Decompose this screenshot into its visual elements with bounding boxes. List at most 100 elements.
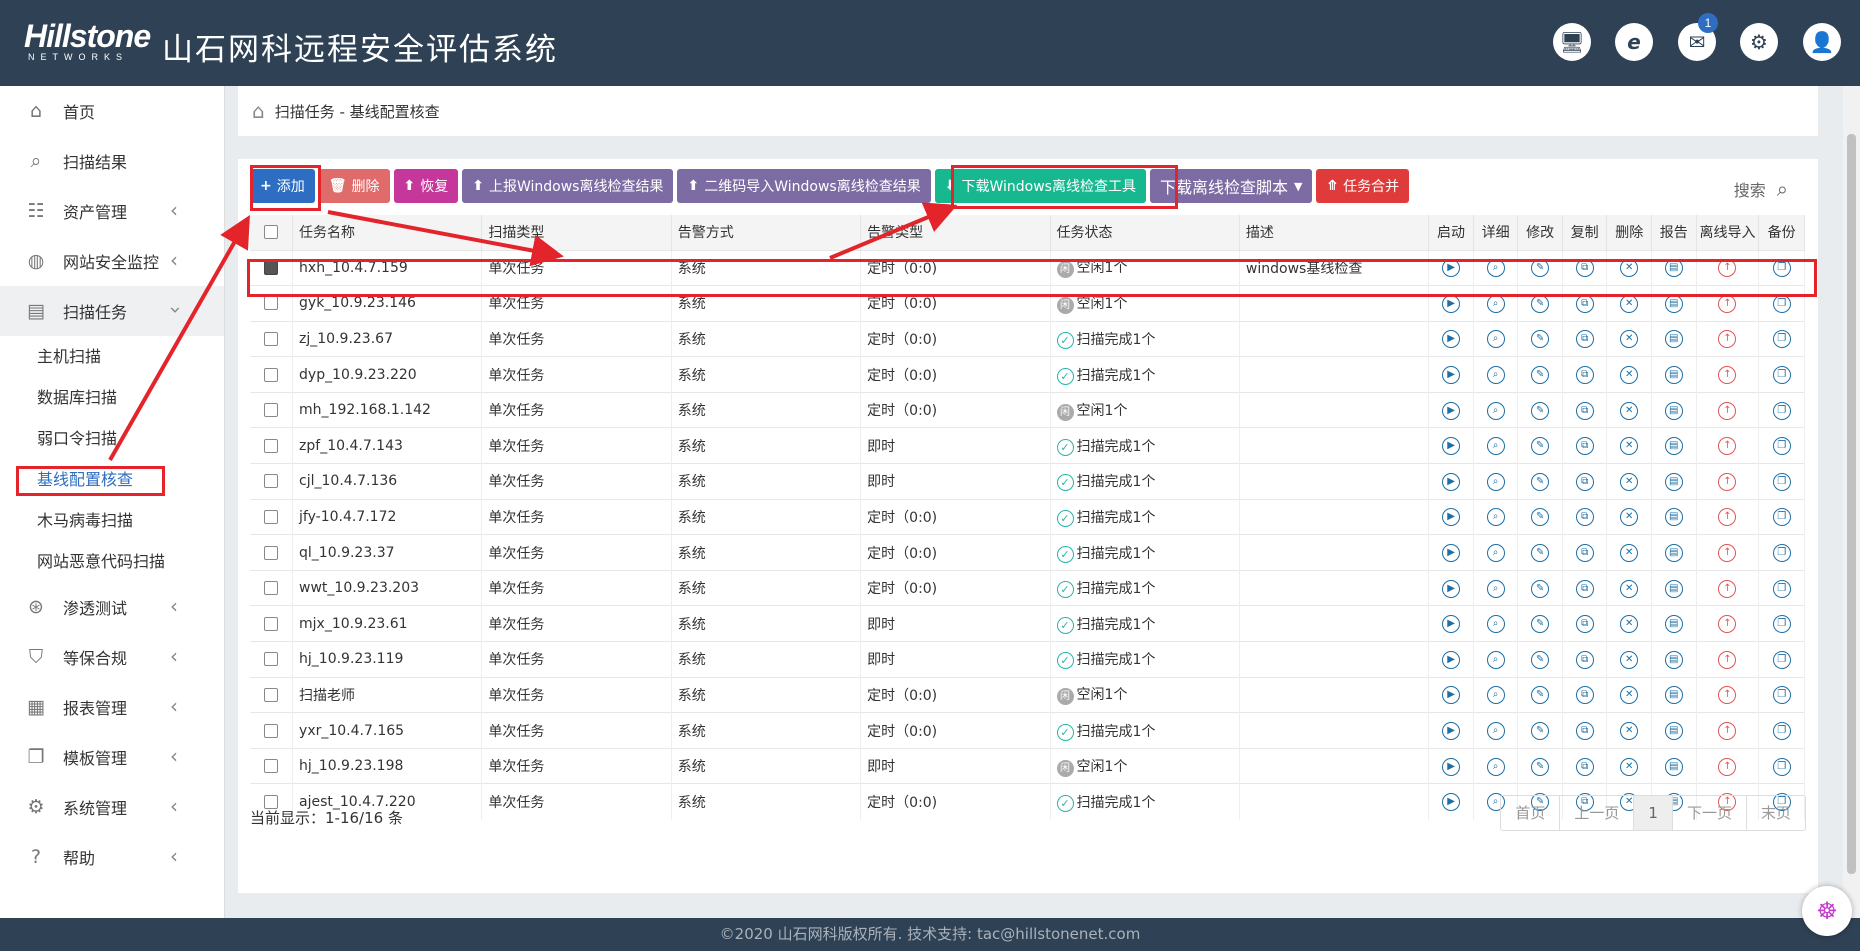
sidebar-item-compliance[interactable]: ⛉ 等保合规 ‹	[0, 632, 224, 682]
offline-import-icon[interactable]: ↑	[1718, 757, 1737, 776]
report-icon[interactable]: ▤	[1664, 472, 1683, 491]
column-header[interactable]: 扫描类型	[481, 215, 672, 250]
backup-icon[interactable]: ❐	[1772, 544, 1791, 563]
report-icon[interactable]: ▤	[1664, 437, 1683, 456]
sidebar-item-home[interactable]: ⌂ 首页	[0, 86, 224, 136]
row-checkbox[interactable]	[264, 296, 279, 311]
start-icon[interactable]: ▶	[1442, 330, 1461, 349]
copy-icon[interactable]: ⧉	[1575, 615, 1594, 634]
delete-icon[interactable]: ✕	[1620, 330, 1639, 349]
report-icon[interactable]: ▤	[1664, 757, 1683, 776]
delete-icon[interactable]: ✕	[1620, 294, 1639, 313]
backup-icon[interactable]: ❐	[1772, 401, 1791, 420]
column-header[interactable]: 任务名称	[292, 215, 483, 250]
table-row[interactable]: cjl_10.4.7.136 单次任务 系统 即时 ✓ 扫描完成1个 ▶ ⌕ ✎ ⧉ ✕ ▤ ↑ ❐	[250, 463, 1805, 500]
restore-button[interactable]: ⬆ 恢复	[393, 169, 459, 203]
select-all-checkbox[interactable]	[264, 225, 279, 240]
copy-icon[interactable]: ⧉	[1575, 294, 1594, 313]
detail-icon[interactable]: ⌕	[1486, 437, 1505, 456]
backup-icon[interactable]: ❐	[1772, 294, 1791, 313]
row-checkbox[interactable]	[264, 687, 279, 702]
delete-icon[interactable]: ✕	[1620, 579, 1639, 598]
gear-icon[interactable]: ⚙	[1740, 23, 1778, 61]
delete-icon[interactable]: ✕	[1620, 722, 1639, 741]
sub-item-db-scan[interactable]: 数据库扫描	[0, 377, 224, 418]
table-row[interactable]: hj_10.9.23.119 单次任务 系统 即时 ✓ 扫描完成1个 ▶ ⌕ ✎ ⧉ ✕ ▤ ↑ ❐	[250, 641, 1805, 678]
detail-icon[interactable]: ⌕	[1486, 757, 1505, 776]
copy-icon[interactable]: ⧉	[1575, 330, 1594, 349]
delete-icon[interactable]: ✕	[1620, 544, 1639, 563]
sub-item-weak-password[interactable]: 弱口令扫描	[0, 418, 224, 459]
copy-icon[interactable]: ⧉	[1575, 757, 1594, 776]
start-icon[interactable]: ▶	[1442, 722, 1461, 741]
pager-first[interactable]: 首页	[1501, 796, 1561, 830]
backup-icon[interactable]: ❐	[1772, 615, 1791, 634]
copy-icon[interactable]: ⧉	[1575, 401, 1594, 420]
delete-icon[interactable]: ✕	[1620, 401, 1639, 420]
report-icon[interactable]: ▤	[1664, 508, 1683, 527]
edit-icon[interactable]: ✎	[1531, 686, 1550, 705]
copy-icon[interactable]: ⧉	[1575, 579, 1594, 598]
merge-task-button[interactable]: ⤊ 任务合并	[1316, 169, 1410, 203]
sidebar-item-scan-tasks[interactable]: ▤ 扫描任务 ‹	[0, 286, 224, 336]
report-icon[interactable]: ▤	[1664, 579, 1683, 598]
sidebar-item-scan-results[interactable]: ⌕ 扫描结果	[0, 136, 224, 186]
table-row[interactable]: hj_10.9.23.198 单次任务 系统 即时闲空闲1个 ▶ ⌕ ✎ ⧉ ✕ ▤ ↑ ❐	[250, 747, 1805, 784]
offline-import-icon[interactable]: ↑	[1718, 294, 1737, 313]
start-icon[interactable]: ▶	[1442, 544, 1461, 563]
delete-icon[interactable]: ✕	[1620, 366, 1639, 385]
detail-icon[interactable]: ⌕	[1486, 366, 1505, 385]
search-area[interactable]: 搜索 ⌕	[1734, 177, 1788, 201]
backup-icon[interactable]: ❐	[1772, 722, 1791, 741]
backup-icon[interactable]: ❐	[1772, 650, 1791, 669]
detail-icon[interactable]: ⌕	[1486, 330, 1505, 349]
offline-import-icon[interactable]: ↑	[1718, 366, 1737, 385]
report-icon[interactable]: ▤	[1664, 294, 1683, 313]
offline-import-icon[interactable]: ↑	[1718, 615, 1737, 634]
detail-icon[interactable]: ⌕	[1486, 650, 1505, 669]
detail-icon[interactable]: ⌕	[1486, 579, 1505, 598]
report-icon[interactable]: ▤	[1664, 650, 1683, 669]
start-icon[interactable]: ▶	[1442, 615, 1461, 634]
row-checkbox[interactable]	[264, 545, 279, 560]
qr-import-button[interactable]: ⬆ 二维码导入Windows离线检查结果	[677, 169, 931, 203]
detail-icon[interactable]: ⌕	[1486, 722, 1505, 741]
start-icon[interactable]: ▶	[1442, 366, 1461, 385]
row-checkbox[interactable]	[264, 403, 279, 418]
delete-icon[interactable]: ✕	[1620, 686, 1639, 705]
edit-icon[interactable]: ✎	[1531, 544, 1550, 563]
delete-icon[interactable]: ✕	[1620, 615, 1639, 634]
edit-icon[interactable]: ✎	[1531, 437, 1550, 456]
offline-import-icon[interactable]: ↑	[1718, 650, 1737, 669]
backup-icon[interactable]: ❐	[1772, 472, 1791, 491]
sidebar-item-reports[interactable]: ▦ 报表管理 ‹	[0, 682, 224, 732]
sub-item-malicious-code[interactable]: 网站恶意代码扫描	[0, 541, 224, 582]
edit-icon[interactable]: ✎	[1531, 508, 1550, 527]
start-icon[interactable]: ▶	[1442, 472, 1461, 491]
detail-icon[interactable]: ⌕	[1486, 615, 1505, 634]
copy-icon[interactable]: ⧉	[1575, 437, 1594, 456]
row-checkbox[interactable]	[264, 474, 279, 489]
edit-icon[interactable]: ✎	[1531, 366, 1550, 385]
row-checkbox[interactable]	[264, 581, 279, 596]
sidebar-item-help[interactable]: ? 帮助 ‹	[0, 832, 224, 882]
scrollbar[interactable]	[1843, 86, 1860, 918]
edit-icon[interactable]: ✎	[1531, 401, 1550, 420]
backup-icon[interactable]: ❐	[1772, 579, 1791, 598]
edit-icon[interactable]: ✎	[1531, 330, 1550, 349]
assistant-icon[interactable]: ☸	[1802, 886, 1852, 936]
table-row[interactable]: yxr_10.4.7.165 单次任务 系统 定时（0:0) ✓ 扫描完成1个 ▶ ⌕ ✎ ⧉ ✕ ▤…	[250, 712, 1805, 749]
column-header[interactable]: 描述	[1239, 215, 1430, 250]
backup-icon[interactable]: ❐	[1772, 508, 1791, 527]
detail-icon[interactable]: ⌕	[1486, 544, 1505, 563]
row-checkbox[interactable]	[264, 616, 279, 631]
table-row[interactable]: jfy-10.4.7.172 单次任务 系统 定时（0:0) ✓ 扫描完成1个 ▶ ⌕ ✎ ⧉ ✕ ▤…	[250, 498, 1805, 535]
start-icon[interactable]: ▶	[1442, 686, 1461, 705]
edit-icon[interactable]: ✎	[1531, 722, 1550, 741]
backup-icon[interactable]: ❐	[1772, 686, 1791, 705]
report-icon[interactable]: ▤	[1664, 544, 1683, 563]
report-icon[interactable]: ▤	[1664, 330, 1683, 349]
sidebar-item-assets[interactable]: ☷ 资产管理 ‹	[0, 186, 224, 236]
offline-import-icon[interactable]: ↑	[1718, 722, 1737, 741]
start-icon[interactable]: ▶	[1442, 757, 1461, 776]
